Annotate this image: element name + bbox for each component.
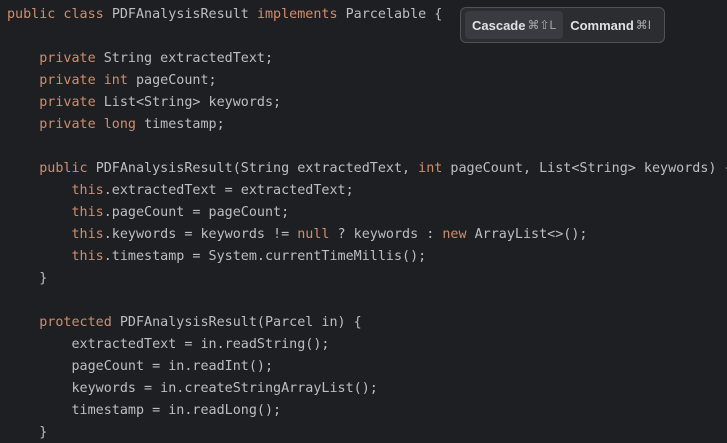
code-line[interactable]: extractedText = in.readString(); <box>0 334 727 356</box>
code-keyword: long <box>103 117 145 132</box>
code-text: .timestamp = System.currentTimeMillis(); <box>103 249 427 264</box>
code-line[interactable] <box>0 290 727 312</box>
code-text: .pageCount = pageCount; <box>103 205 290 220</box>
code-line[interactable] <box>0 136 727 158</box>
code-keyword: public class <box>7 7 112 22</box>
code-line[interactable]: this.timestamp = System.currentTimeMilli… <box>0 246 727 268</box>
command-label: Command <box>570 17 634 33</box>
code-text: } <box>7 425 48 440</box>
code-line[interactable]: protected PDFAnalysisResult(Parcel in) { <box>0 312 727 334</box>
code-keyword: private <box>7 117 104 132</box>
code-text: timestamp; <box>144 117 225 132</box>
code-text: Parcelable { <box>345 7 443 22</box>
code-text: PDFAnalysisResult <box>111 7 257 22</box>
code-text: ArrayList<>(); <box>474 227 588 242</box>
code-line[interactable]: this.extractedText = extractedText; <box>0 180 727 202</box>
code-line[interactable]: private int pageCount; <box>0 70 727 92</box>
code-line[interactable]: private long timestamp; <box>0 114 727 136</box>
code-line[interactable]: public PDFAnalysisResult(String extracte… <box>0 158 727 180</box>
code-text: } <box>7 271 48 286</box>
code-text: timestamp = in.readLong(); <box>7 403 282 418</box>
code-area[interactable]: public class PDFAnalysisResult implement… <box>0 4 727 443</box>
code-line[interactable]: this.keywords = keywords != null ? keywo… <box>0 224 727 246</box>
code-keyword: new <box>442 227 475 242</box>
code-text: List<String> keywords; <box>103 95 282 110</box>
code-line[interactable]: this.pageCount = pageCount; <box>0 202 727 224</box>
code-text: .extractedText = extractedText; <box>103 183 354 198</box>
code-keyword: implements <box>256 7 346 22</box>
code-keyword: this <box>7 227 104 242</box>
code-line[interactable]: private String extractedText; <box>0 48 727 70</box>
code-line[interactable]: pageCount = in.readInt(); <box>0 356 727 378</box>
code-text: pageCount; <box>136 73 217 88</box>
code-keyword: this <box>7 249 104 264</box>
code-text: extractedText = in.readString(); <box>7 337 330 352</box>
command-shortcut: ⌘I <box>635 18 652 32</box>
code-text: .keywords = keywords != <box>103 227 298 242</box>
code-keyword: protected <box>7 315 120 330</box>
cascade-button[interactable]: Cascade ⌘⇧L <box>465 11 564 39</box>
code-keyword: null <box>297 227 330 242</box>
code-text: PDFAnalysisResult(Parcel in) { <box>119 315 362 330</box>
code-keyword: int <box>103 73 136 88</box>
code-keyword: this <box>7 205 104 220</box>
code-text: String extractedText; <box>103 51 274 66</box>
code-line[interactable]: timestamp = in.readLong(); <box>0 400 727 422</box>
code-text: ? keywords : <box>329 227 443 242</box>
code-line[interactable]: } <box>0 268 727 290</box>
code-text: pageCount = in.readInt(); <box>7 359 274 374</box>
code-keyword: int <box>418 161 451 176</box>
code-line[interactable]: keywords = in.createStringArrayList(); <box>0 378 727 400</box>
code-keyword: private <box>7 73 104 88</box>
code-keyword: private <box>7 51 104 66</box>
cascade-shortcut: ⌘⇧L <box>527 18 557 32</box>
cascade-label: Cascade <box>472 17 526 33</box>
code-keyword: this <box>7 183 104 198</box>
code-line[interactable]: } <box>0 422 727 443</box>
code-keyword: public <box>7 161 96 176</box>
code-line[interactable]: private List<String> keywords; <box>0 92 727 114</box>
command-button[interactable]: Command ⌘I <box>563 11 658 39</box>
ai-action-popup: Cascade ⌘⇧L Command ⌘I <box>460 7 665 43</box>
code-text: pageCount, List<String> keywords) { <box>450 161 727 176</box>
code-keyword: private <box>7 95 104 110</box>
code-editor[interactable]: public class PDFAnalysisResult implement… <box>0 0 727 443</box>
code-text: keywords = in.createStringArrayList(); <box>7 381 378 396</box>
code-text: PDFAnalysisResult(String extractedText, <box>95 161 419 176</box>
